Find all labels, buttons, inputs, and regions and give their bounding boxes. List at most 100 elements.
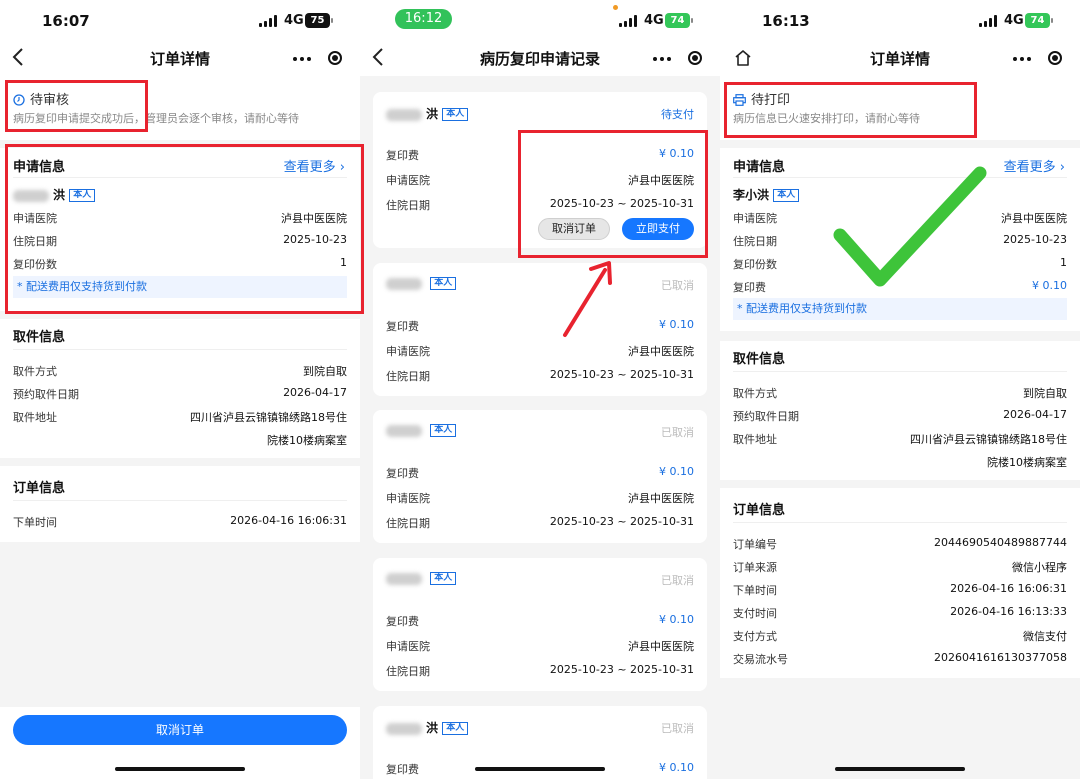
hospital-value: 泸县中医医院	[628, 174, 694, 187]
order-info-card: 订单信息 下单时间 2026-04-16 16:06:31	[0, 466, 360, 542]
pay-now-button[interactable]: 立即支付	[622, 218, 694, 240]
fee-value: ¥ 0.10	[659, 147, 694, 160]
row-label: 申请医院	[13, 212, 57, 225]
record-card[interactable]: 洪 本人 待支付 复印费 ¥ 0.10 申请医院 泸县中医医院 住院日期 202…	[373, 92, 707, 248]
order-status-card: 待审核 病历复印申请提交成功后，管理员会逐个审核，请耐心等待	[0, 76, 360, 140]
row-value: 1	[1060, 256, 1067, 269]
row-label: 预约取件日期	[733, 410, 799, 423]
row-value: 到院自取	[303, 365, 347, 378]
battery-icon: 74	[1025, 13, 1050, 28]
record-card[interactable]: 本人 已取消 复印费 ¥ 0.10 申请医院 泸县中医医院 住院日期 2025-…	[373, 558, 707, 691]
nav-bar: 订单详情	[720, 42, 1080, 76]
row-value: 2026-04-17	[1003, 408, 1067, 421]
self-badge: 本人	[442, 722, 469, 735]
blurred-name	[386, 722, 422, 735]
row-label: 取件方式	[13, 365, 57, 378]
divider	[733, 177, 1067, 178]
close-target-icon[interactable]	[328, 51, 342, 65]
row-value: 微信支付	[1023, 630, 1067, 643]
divider	[13, 349, 347, 350]
row-label: 订单来源	[733, 561, 777, 574]
clock-icon	[13, 91, 25, 110]
screen-copy-request-records: 16:12 4G 74 病历复印申请记录 洪 本人 待支付 复印费 ¥ 0.10…	[360, 0, 720, 779]
fee-value: ¥ 0.10	[659, 465, 694, 478]
more-dots-icon[interactable]	[653, 57, 671, 61]
row-value: 2025-10-23	[283, 233, 347, 246]
record-card[interactable]: 本人 已取消 复印费 ¥ 0.10 申请医院 泸县中医医院 住院日期 2025-…	[373, 410, 707, 543]
network-label: 4G	[1004, 13, 1024, 28]
status-bar: 16:07 4G 75	[0, 0, 360, 42]
screen-order-detail-pending-print: 16:13 4G 74 订单详情 待打印 病历信息已火速安排打印，请耐心等待 申…	[720, 0, 1080, 779]
battery-tip	[331, 18, 333, 23]
row-label: 预约取件日期	[13, 388, 79, 401]
row-value: 到院自取	[1023, 387, 1067, 400]
order-section-title: 订单信息	[13, 481, 66, 496]
more-dots-icon[interactable]	[293, 57, 311, 61]
divider	[733, 371, 1067, 372]
blurred-name	[386, 108, 422, 121]
fee-label: 复印费	[386, 763, 419, 776]
self-badge: 本人	[69, 189, 96, 202]
application-info-card: 申请信息 查看更多 › 洪 本人 申请医院 泸县中医医院 住院日期 2025-1…	[0, 148, 360, 311]
date-label: 住院日期	[386, 665, 430, 678]
view-more-link[interactable]: 查看更多 ›	[1004, 156, 1065, 175]
close-target-icon[interactable]	[1048, 51, 1062, 65]
divider	[13, 177, 347, 178]
hospital-value: 泸县中医医院	[628, 492, 694, 505]
home-indicator	[115, 767, 245, 771]
fee-label: 复印费	[386, 320, 419, 333]
delivery-note: * 配送费用仅支持货到付款	[733, 298, 1067, 320]
blurred-name	[386, 572, 422, 585]
row-label: 申请医院	[733, 212, 777, 225]
patient-name-suffix: 洪	[53, 188, 66, 202]
pickup-info-card: 取件信息 取件方式 到院自取 预约取件日期 2026-04-17 取件地址 四川…	[720, 341, 1080, 480]
status-time: 16:12	[395, 9, 452, 29]
order-status-card: 待打印 病历信息已火速安排打印，请耐心等待	[720, 76, 1080, 140]
row-label: 交易流水号	[733, 653, 788, 666]
order-status-desc: 病历复印申请提交成功后，管理员会逐个审核，请耐心等待	[13, 112, 299, 125]
row-value: 2044690540489887744	[934, 536, 1067, 549]
row-value: 泸县中医医院	[281, 212, 347, 225]
date-value: 2025-10-23 ~ 2025-10-31	[549, 515, 694, 528]
order-info-card: 订单信息 订单编号 2044690540489887744 订单来源 微信小程序…	[720, 488, 1080, 678]
row-label: 取件方式	[733, 387, 777, 400]
fee-value: ¥ 0.10	[659, 761, 694, 774]
patient-name-row: 洪 本人	[13, 186, 96, 203]
order-section-title: 订单信息	[733, 503, 786, 518]
order-status-title: 待打印	[751, 93, 791, 108]
view-more-link[interactable]: 查看更多 ›	[284, 156, 345, 175]
privacy-indicator	[613, 5, 618, 10]
patient-name-suffix: 洪	[426, 107, 439, 121]
close-target-icon[interactable]	[688, 51, 702, 65]
order-status-title: 待审核	[30, 93, 70, 108]
cancel-order-button[interactable]: 取消订单	[538, 218, 610, 240]
row-label: 订单编号	[733, 538, 777, 551]
self-badge: 本人	[442, 108, 469, 121]
cancel-order-button[interactable]: 取消订单	[13, 715, 347, 745]
date-label: 住院日期	[386, 199, 430, 212]
hospital-label: 申请医院	[386, 640, 430, 653]
blurred-name	[386, 277, 422, 290]
address-line2: 院楼10楼病案室	[267, 434, 347, 447]
row-value: 微信小程序	[1012, 561, 1067, 574]
status-bar: 16:13 4G 74	[720, 0, 1080, 42]
more-dots-icon[interactable]	[1013, 57, 1031, 61]
hospital-value: 泸县中医医院	[628, 345, 694, 358]
date-value: 2025-10-23 ~ 2025-10-31	[549, 197, 694, 210]
printer-icon	[733, 91, 746, 110]
row-label: 复印费	[733, 281, 766, 294]
blurred-name	[386, 424, 422, 437]
order-status-desc: 病历信息已火速安排打印，请耐心等待	[733, 112, 920, 125]
fee-value: ¥ 0.10	[659, 613, 694, 626]
hospital-label: 申请医院	[386, 492, 430, 505]
row-label: 住院日期	[733, 235, 777, 248]
application-section-title: 申请信息	[13, 160, 66, 175]
nav-bar: 订单详情	[0, 42, 360, 76]
row-label: 取件地址	[733, 433, 777, 446]
blurred-name	[13, 189, 49, 202]
record-card[interactable]: 本人 已取消 复印费 ¥ 0.10 申请医院 泸县中医医院 住院日期 2025-…	[373, 263, 707, 396]
row-value: 四川省泸县云锦镇锦绣路18号住	[910, 433, 1067, 446]
self-badge: 本人	[430, 424, 457, 437]
signal-icon	[619, 15, 641, 27]
row-value: ¥ 0.10	[1032, 279, 1067, 292]
